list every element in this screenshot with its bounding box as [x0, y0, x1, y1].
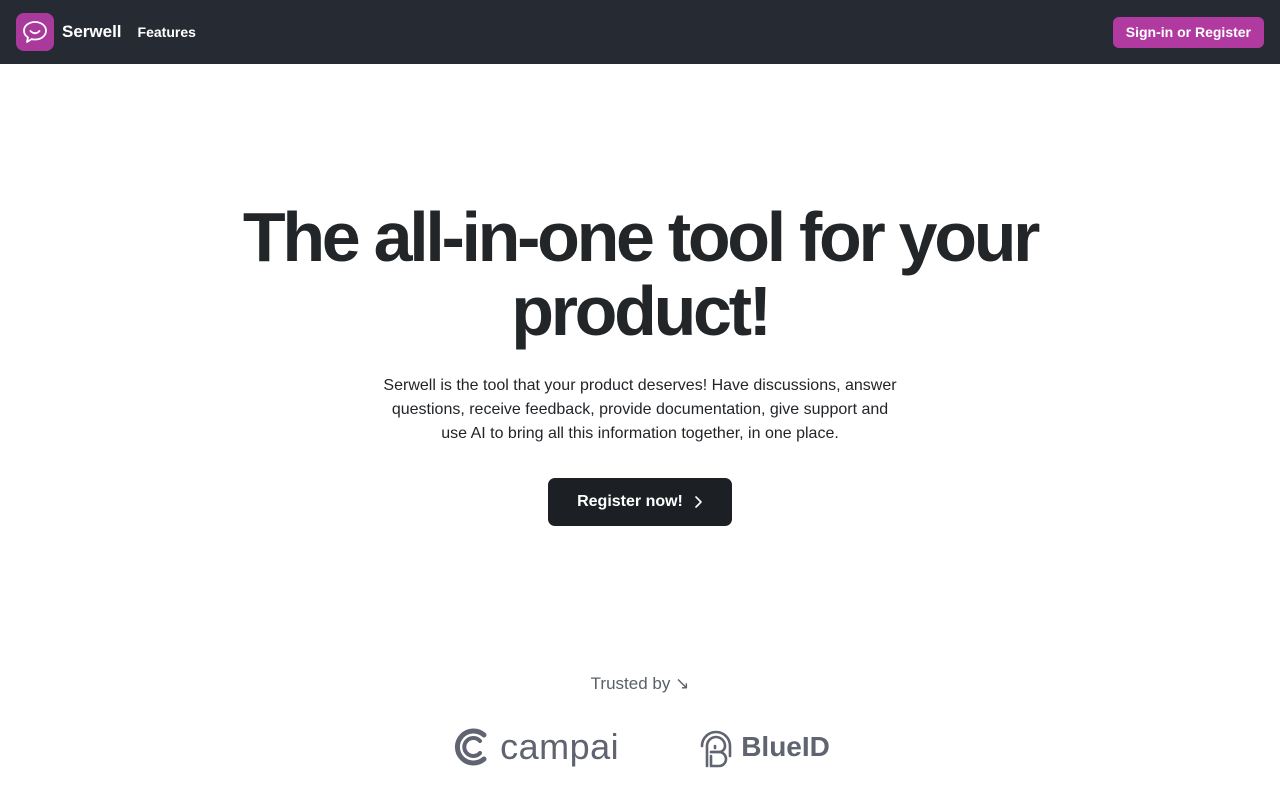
speech-bubble-smile-icon [23, 21, 47, 43]
navbar: Serwell Features Sign-in or Register [0, 0, 1280, 64]
hero-section: The all-in-one tool for your product! Se… [0, 200, 1280, 526]
campai-c-icon [455, 728, 487, 766]
blueid-wordmark: BlueID [741, 731, 830, 762]
blueid-logo: BlueID [697, 726, 830, 768]
trusted-by-label: Trusted by ↘ [590, 674, 690, 693]
campai-logo: campai [450, 726, 619, 768]
brand-logo[interactable] [16, 13, 54, 51]
trusted-logos: campai BlueID [0, 726, 1280, 768]
campai-wordmark: campai [500, 726, 620, 767]
signin-register-button[interactable]: Sign-in or Register [1112, 16, 1264, 48]
brand-name[interactable]: Serwell [62, 22, 122, 42]
chevron-right-icon [695, 496, 702, 508]
blueid-fingerprint-icon [700, 730, 732, 768]
hero-description: Serwell is the tool that your product de… [383, 377, 897, 442]
hero-title: The all-in-one tool for your product! [242, 198, 1041, 350]
register-now-label: Register now! [577, 493, 683, 510]
nav-link-features[interactable]: Features [138, 24, 196, 40]
register-now-button[interactable]: Register now! [548, 478, 732, 526]
